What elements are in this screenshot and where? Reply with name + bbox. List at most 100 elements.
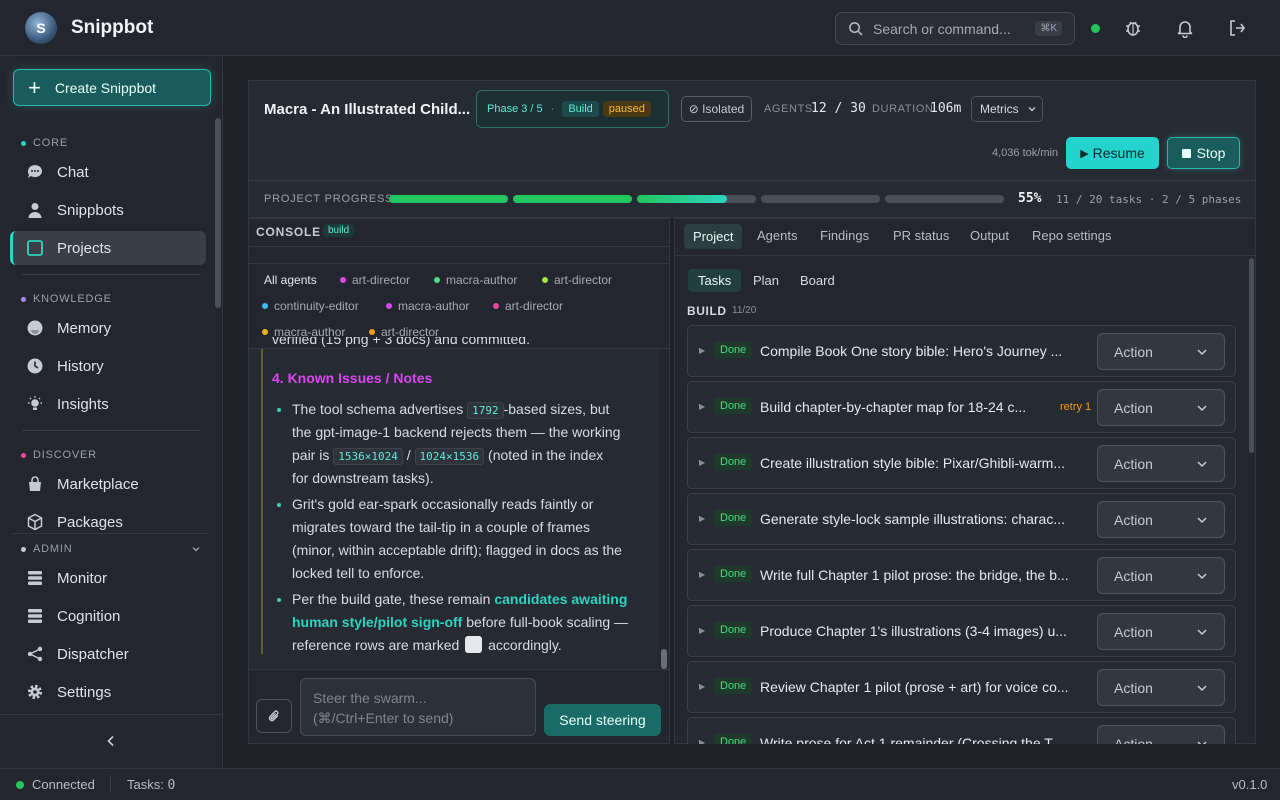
expand-icon[interactable]: ▶ [699,346,705,355]
action-dropdown[interactable]: Action [1097,557,1225,594]
chevron-down-icon[interactable] [191,544,201,554]
action-dropdown[interactable]: Action [1097,669,1225,706]
log-line: pair is 1536×1024 / 1024×1536 (noted in … [292,447,604,465]
tab-agents[interactable]: Agents [757,228,797,243]
section-knowledge: KNOWLEDGE [21,293,112,305]
sidebar-item-insights[interactable]: Insights [10,387,206,421]
task-row[interactable]: ▶ Done Review Chapter 1 pilot (prose + a… [687,661,1236,713]
sidebar-item-cognition[interactable]: Cognition [10,599,206,633]
connected-dot [16,781,24,789]
attach-button[interactable] [256,699,292,733]
status-badge: Done [714,566,753,582]
task-list-scrollbar[interactable] [1249,258,1254,453]
log-line: human style/pilot sign-off before full-b… [292,614,629,630]
search-input[interactable]: Search or command... ⌘K [835,12,1075,45]
filter-agent[interactable]: art-director [493,299,563,313]
progress-segment [513,195,632,203]
lightbulb-icon [26,395,44,413]
phase-indicator: Phase 3 / 5 · Build paused [476,90,669,128]
sidebar-item-history[interactable]: History [10,349,206,383]
create-snippbot-button[interactable]: + Create Snippbot [13,69,211,106]
expand-icon[interactable]: ▶ [699,458,705,467]
duration-label: DURATION [872,103,934,115]
section-core: CORE [21,137,68,149]
task-row[interactable]: ▶ Done Build chapter-by-chapter map for … [687,381,1236,433]
tab-repo-settings[interactable]: Repo settings [1032,228,1112,243]
action-dropdown[interactable]: Action [1097,613,1225,650]
chat-icon [26,163,44,181]
filter-agent[interactable]: art-director [542,273,612,287]
bug-icon[interactable] [1123,18,1143,38]
tab-findings[interactable]: Findings [820,228,869,243]
log-accent-bar [261,349,263,654]
task-row[interactable]: ▶ Done Produce Chapter 1's illustrations… [687,605,1236,657]
bullet [277,503,281,507]
filter-agent[interactable]: continuity-editor [262,299,359,313]
collapse-sidebar-icon[interactable] [106,735,116,747]
log-line: migrates toward the tail-tip in a couple… [292,519,591,535]
logout-icon[interactable] [1227,18,1247,38]
expand-icon[interactable]: ▶ [699,626,705,635]
action-dropdown[interactable]: Action [1097,333,1225,370]
bell-icon[interactable] [1175,18,1195,38]
tab-pr-status[interactable]: PR status [893,228,949,243]
subtab-plan[interactable]: Plan [753,273,779,288]
square-icon [26,239,44,257]
expand-icon[interactable]: ▶ [699,402,705,411]
subtab-tasks[interactable]: Tasks [688,269,742,292]
task-row[interactable]: ▶ Done Compile Book One story bible: Her… [687,325,1236,377]
chevron-down-icon [1197,517,1207,524]
retry-badge: retry 1 [1060,401,1092,413]
sidebar-scrollbar[interactable] [215,118,221,308]
stop-button[interactable]: Stop [1167,137,1240,169]
sidebar-item-snippbots[interactable]: Snippbots [10,193,206,227]
send-steering-button[interactable]: Send steering [544,704,661,736]
status-bar [0,768,1280,800]
task-title: Build chapter-by-chapter map for 18-24 c… [760,399,1027,415]
task-row[interactable]: ▶ Done Write prose for Act 1 remainder (… [687,717,1236,744]
progress-label: PROJECT PROGRESS [264,193,394,205]
status-badge: Done [714,678,753,694]
filter-agent[interactable]: art-director [340,273,410,287]
agents-label: AGENTS [764,103,813,115]
sidebar-item-dispatcher[interactable]: Dispatcher [10,637,206,671]
task-row[interactable]: ▶ Done Create illustration style bible: … [687,437,1236,489]
expand-icon[interactable]: ▶ [699,570,705,579]
sidebar-item-monitor[interactable]: Monitor [10,561,206,595]
metrics-dropdown[interactable]: Metrics [971,96,1043,122]
action-dropdown[interactable]: Action [1097,445,1225,482]
stop-icon [1181,148,1191,158]
sidebar-item-settings[interactable]: Settings [10,675,206,709]
progress-segment [389,195,508,203]
filter-agent[interactable]: macra-author [386,299,469,313]
sidebar-item-chat[interactable]: Chat [10,155,206,189]
subtab-board[interactable]: Board [800,273,835,288]
sidebar-item-projects[interactable]: Projects [10,231,206,265]
search-placeholder: Search or command... [873,20,1011,37]
console-scrollbar[interactable] [661,649,667,669]
divider [12,533,208,534]
task-title: Write full Chapter 1 pilot prose: the br… [760,567,1069,583]
share-icon [26,645,44,663]
app-logo[interactable]: S [25,12,57,44]
expand-icon[interactable]: ▶ [699,682,705,691]
expand-icon[interactable]: ▶ [699,738,705,744]
sidebar-item-marketplace[interactable]: Marketplace [10,467,206,501]
expand-icon[interactable]: ▶ [699,514,705,523]
action-dropdown[interactable]: Action [1097,725,1225,744]
chevron-down-icon [1197,461,1207,468]
sidebar-item-memory[interactable]: Memory [10,311,206,345]
task-row[interactable]: ▶ Done Generate style-lock sample illust… [687,493,1236,545]
resume-button[interactable]: ▶ Resume [1066,137,1159,169]
tab-project[interactable]: Project [684,224,743,249]
task-row[interactable]: ▶ Done Write full Chapter 1 pilot prose:… [687,549,1236,601]
status-badge: Done [714,454,753,470]
filter-all-agents[interactable]: All agents [264,273,317,287]
filter-agent[interactable]: macra-author [434,273,517,287]
action-dropdown[interactable]: Action [1097,389,1225,426]
section-admin[interactable]: ADMIN [21,543,72,555]
steer-input[interactable]: Steer the swarm... (⌘/Ctrl+Enter to send… [300,678,536,736]
agents-value: 12 / 30 [811,101,866,116]
action-dropdown[interactable]: Action [1097,501,1225,538]
tab-output[interactable]: Output [970,228,1009,243]
